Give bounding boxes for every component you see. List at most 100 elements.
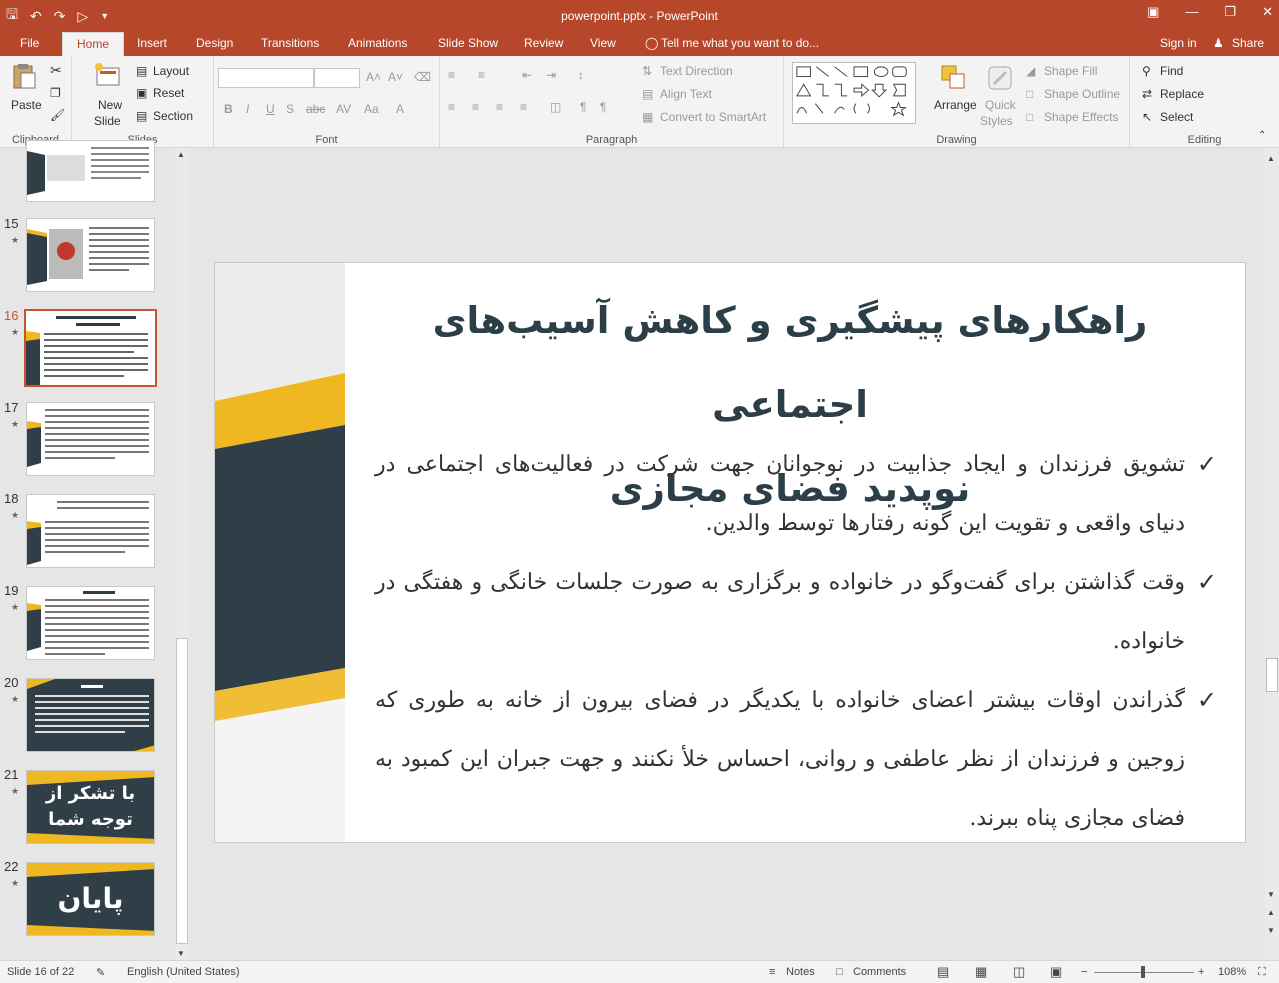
- ltr-icon[interactable]: ¶: [600, 100, 606, 114]
- replace-button[interactable]: Replace: [1160, 87, 1204, 101]
- slide-thumbnail-16[interactable]: [24, 309, 157, 387]
- shadow-icon[interactable]: S: [286, 102, 294, 116]
- restore-icon[interactable]: ❐: [1224, 4, 1236, 20]
- scroll-up-icon[interactable]: ▲: [1267, 154, 1275, 163]
- tab-slide-show[interactable]: Slide Show: [438, 36, 498, 50]
- char-spacing-icon[interactable]: AV: [336, 102, 351, 116]
- share-button[interactable]: Share: [1232, 36, 1264, 50]
- italic-icon[interactable]: I: [246, 102, 249, 116]
- font-size-combo[interactable]: [314, 68, 360, 88]
- slide-thumbnail-22[interactable]: پایان: [26, 862, 155, 936]
- slide-thumbnail-18[interactable]: [26, 494, 155, 568]
- slide-scrollbar[interactable]: ▲ ▼ ▲ ▼: [1265, 148, 1279, 960]
- increase-indent-icon[interactable]: ⇥: [546, 68, 556, 82]
- tab-review[interactable]: Review: [524, 36, 563, 50]
- zoom-out-icon[interactable]: −: [1081, 966, 1087, 978]
- tab-transitions[interactable]: Transitions: [261, 36, 319, 50]
- select-button[interactable]: Select: [1160, 110, 1193, 124]
- font-name-combo[interactable]: [218, 68, 314, 88]
- zoom-slider-thumb[interactable]: [1141, 966, 1145, 978]
- slide-thumbnail-17[interactable]: [26, 402, 155, 476]
- line-spacing-icon[interactable]: ↕: [578, 68, 584, 82]
- language-indicator[interactable]: English (United States): [127, 966, 240, 978]
- slide-body[interactable]: ✓ تشویق فرزندان و ایجاد جذابیت در نوجوانا…: [375, 435, 1217, 842]
- columns-icon[interactable]: ◫: [550, 100, 561, 114]
- slide-thumbnail-21[interactable]: با تشکر از توجه شما: [26, 770, 155, 844]
- format-painter-icon[interactable]: 🖌: [50, 108, 65, 122]
- ribbon-display-icon[interactable]: ▣: [1147, 4, 1159, 20]
- tell-me-box[interactable]: Tell me what you want to do...: [661, 36, 819, 50]
- shapes-gallery[interactable]: [792, 62, 916, 124]
- minimize-icon[interactable]: —: [1185, 4, 1198, 20]
- bullets-icon[interactable]: ≡: [448, 68, 455, 82]
- previous-slide-icon[interactable]: ▲: [1267, 908, 1275, 917]
- decrease-indent-icon[interactable]: ⇤: [522, 68, 532, 82]
- tab-design[interactable]: Design: [196, 36, 233, 50]
- bullet-item: ✓ تشویق فرزندان و ایجاد جذابیت در نوجوانا…: [375, 435, 1217, 553]
- thumbnail-scroll-thumb[interactable]: [176, 638, 188, 944]
- scroll-up-icon[interactable]: ▲: [177, 150, 185, 159]
- align-right-icon[interactable]: ≡: [496, 100, 503, 114]
- font-group: A˄ A˅ ⌫ B I U S abc AV Aa A Font: [214, 56, 440, 148]
- bold-icon[interactable]: B: [224, 102, 233, 116]
- font-color-icon[interactable]: A: [396, 102, 404, 116]
- layout-button[interactable]: Layout: [153, 64, 189, 78]
- slide-show-icon[interactable]: ▣: [1050, 964, 1062, 980]
- fit-to-window-icon[interactable]: ⛶: [1258, 966, 1266, 979]
- tab-file[interactable]: File: [20, 36, 39, 50]
- tab-home[interactable]: Home: [62, 32, 125, 56]
- tab-view[interactable]: View: [590, 36, 616, 50]
- slide-thumbnail-19[interactable]: [26, 586, 155, 660]
- underline-icon[interactable]: U: [266, 102, 275, 116]
- slide-thumbnail-15[interactable]: [26, 218, 155, 292]
- shape-fill-button[interactable]: Shape Fill: [1044, 64, 1097, 78]
- thumbnail-scrollbar[interactable]: ▲ ▼: [175, 148, 189, 960]
- normal-view-icon[interactable]: ▤: [937, 964, 949, 980]
- find-button[interactable]: Find: [1160, 64, 1183, 78]
- convert-smartart-button[interactable]: Convert to SmartArt: [660, 110, 766, 124]
- rtl-icon[interactable]: ¶: [580, 100, 586, 114]
- paste-icon: [13, 64, 36, 89]
- strikethrough-icon[interactable]: abc: [306, 102, 325, 116]
- align-text-button[interactable]: Align Text: [660, 87, 712, 101]
- zoom-in-icon[interactable]: +: [1198, 966, 1204, 978]
- shape-effects-button[interactable]: Shape Effects: [1044, 110, 1119, 124]
- slide-thumbnail-14[interactable]: [26, 140, 155, 202]
- quick-styles-button[interactable]: Quick: [985, 98, 1016, 112]
- tab-animations[interactable]: Animations: [348, 36, 407, 50]
- sign-in-link[interactable]: Sign in: [1160, 36, 1197, 50]
- decrease-font-icon[interactable]: A˅: [388, 70, 403, 84]
- arrange-button[interactable]: Arrange: [934, 98, 977, 112]
- current-slide[interactable]: راهکارهای پیشگیری و کاهش آسیب‌های اجتماع…: [214, 262, 1246, 843]
- increase-font-icon[interactable]: A˄: [366, 70, 381, 84]
- spell-check-icon[interactable]: ✎: [96, 966, 105, 979]
- select-icon: ↖: [1142, 110, 1153, 124]
- align-center-icon[interactable]: ≡: [472, 100, 479, 114]
- section-button[interactable]: Section: [153, 109, 193, 123]
- reading-view-icon[interactable]: ◫: [1013, 964, 1025, 980]
- reset-button[interactable]: Reset: [153, 86, 184, 100]
- zoom-level[interactable]: 108%: [1218, 966, 1246, 978]
- new-slide-button[interactable]: New: [98, 98, 122, 112]
- change-case-icon[interactable]: Aa: [364, 102, 379, 116]
- thumbnail-text: توجه شما: [48, 809, 133, 830]
- tab-insert[interactable]: Insert: [137, 36, 167, 50]
- scroll-down-icon[interactable]: ▼: [1267, 890, 1275, 899]
- clear-formatting-icon[interactable]: ⌫: [414, 70, 431, 84]
- scroll-down-icon[interactable]: ▼: [177, 949, 185, 958]
- copy-icon[interactable]: ❐: [50, 86, 61, 100]
- numbering-icon[interactable]: ≡: [478, 68, 485, 82]
- slide-thumbnail-20[interactable]: [26, 678, 155, 752]
- justify-icon[interactable]: ≡: [520, 100, 527, 114]
- slide-scroll-thumb[interactable]: [1266, 658, 1278, 692]
- text-direction-button[interactable]: Text Direction: [660, 64, 733, 78]
- shape-outline-button[interactable]: Shape Outline: [1044, 87, 1120, 101]
- paste-button[interactable]: Paste: [11, 98, 42, 112]
- slide-sorter-icon[interactable]: ▦: [975, 964, 987, 980]
- comments-button[interactable]: Comments: [853, 966, 906, 978]
- notes-button[interactable]: Notes: [786, 966, 815, 978]
- next-slide-icon[interactable]: ▼: [1267, 926, 1275, 935]
- close-icon[interactable]: ✕: [1262, 4, 1273, 20]
- cut-icon[interactable]: ✂: [50, 62, 62, 79]
- align-left-icon[interactable]: ≡: [448, 100, 455, 114]
